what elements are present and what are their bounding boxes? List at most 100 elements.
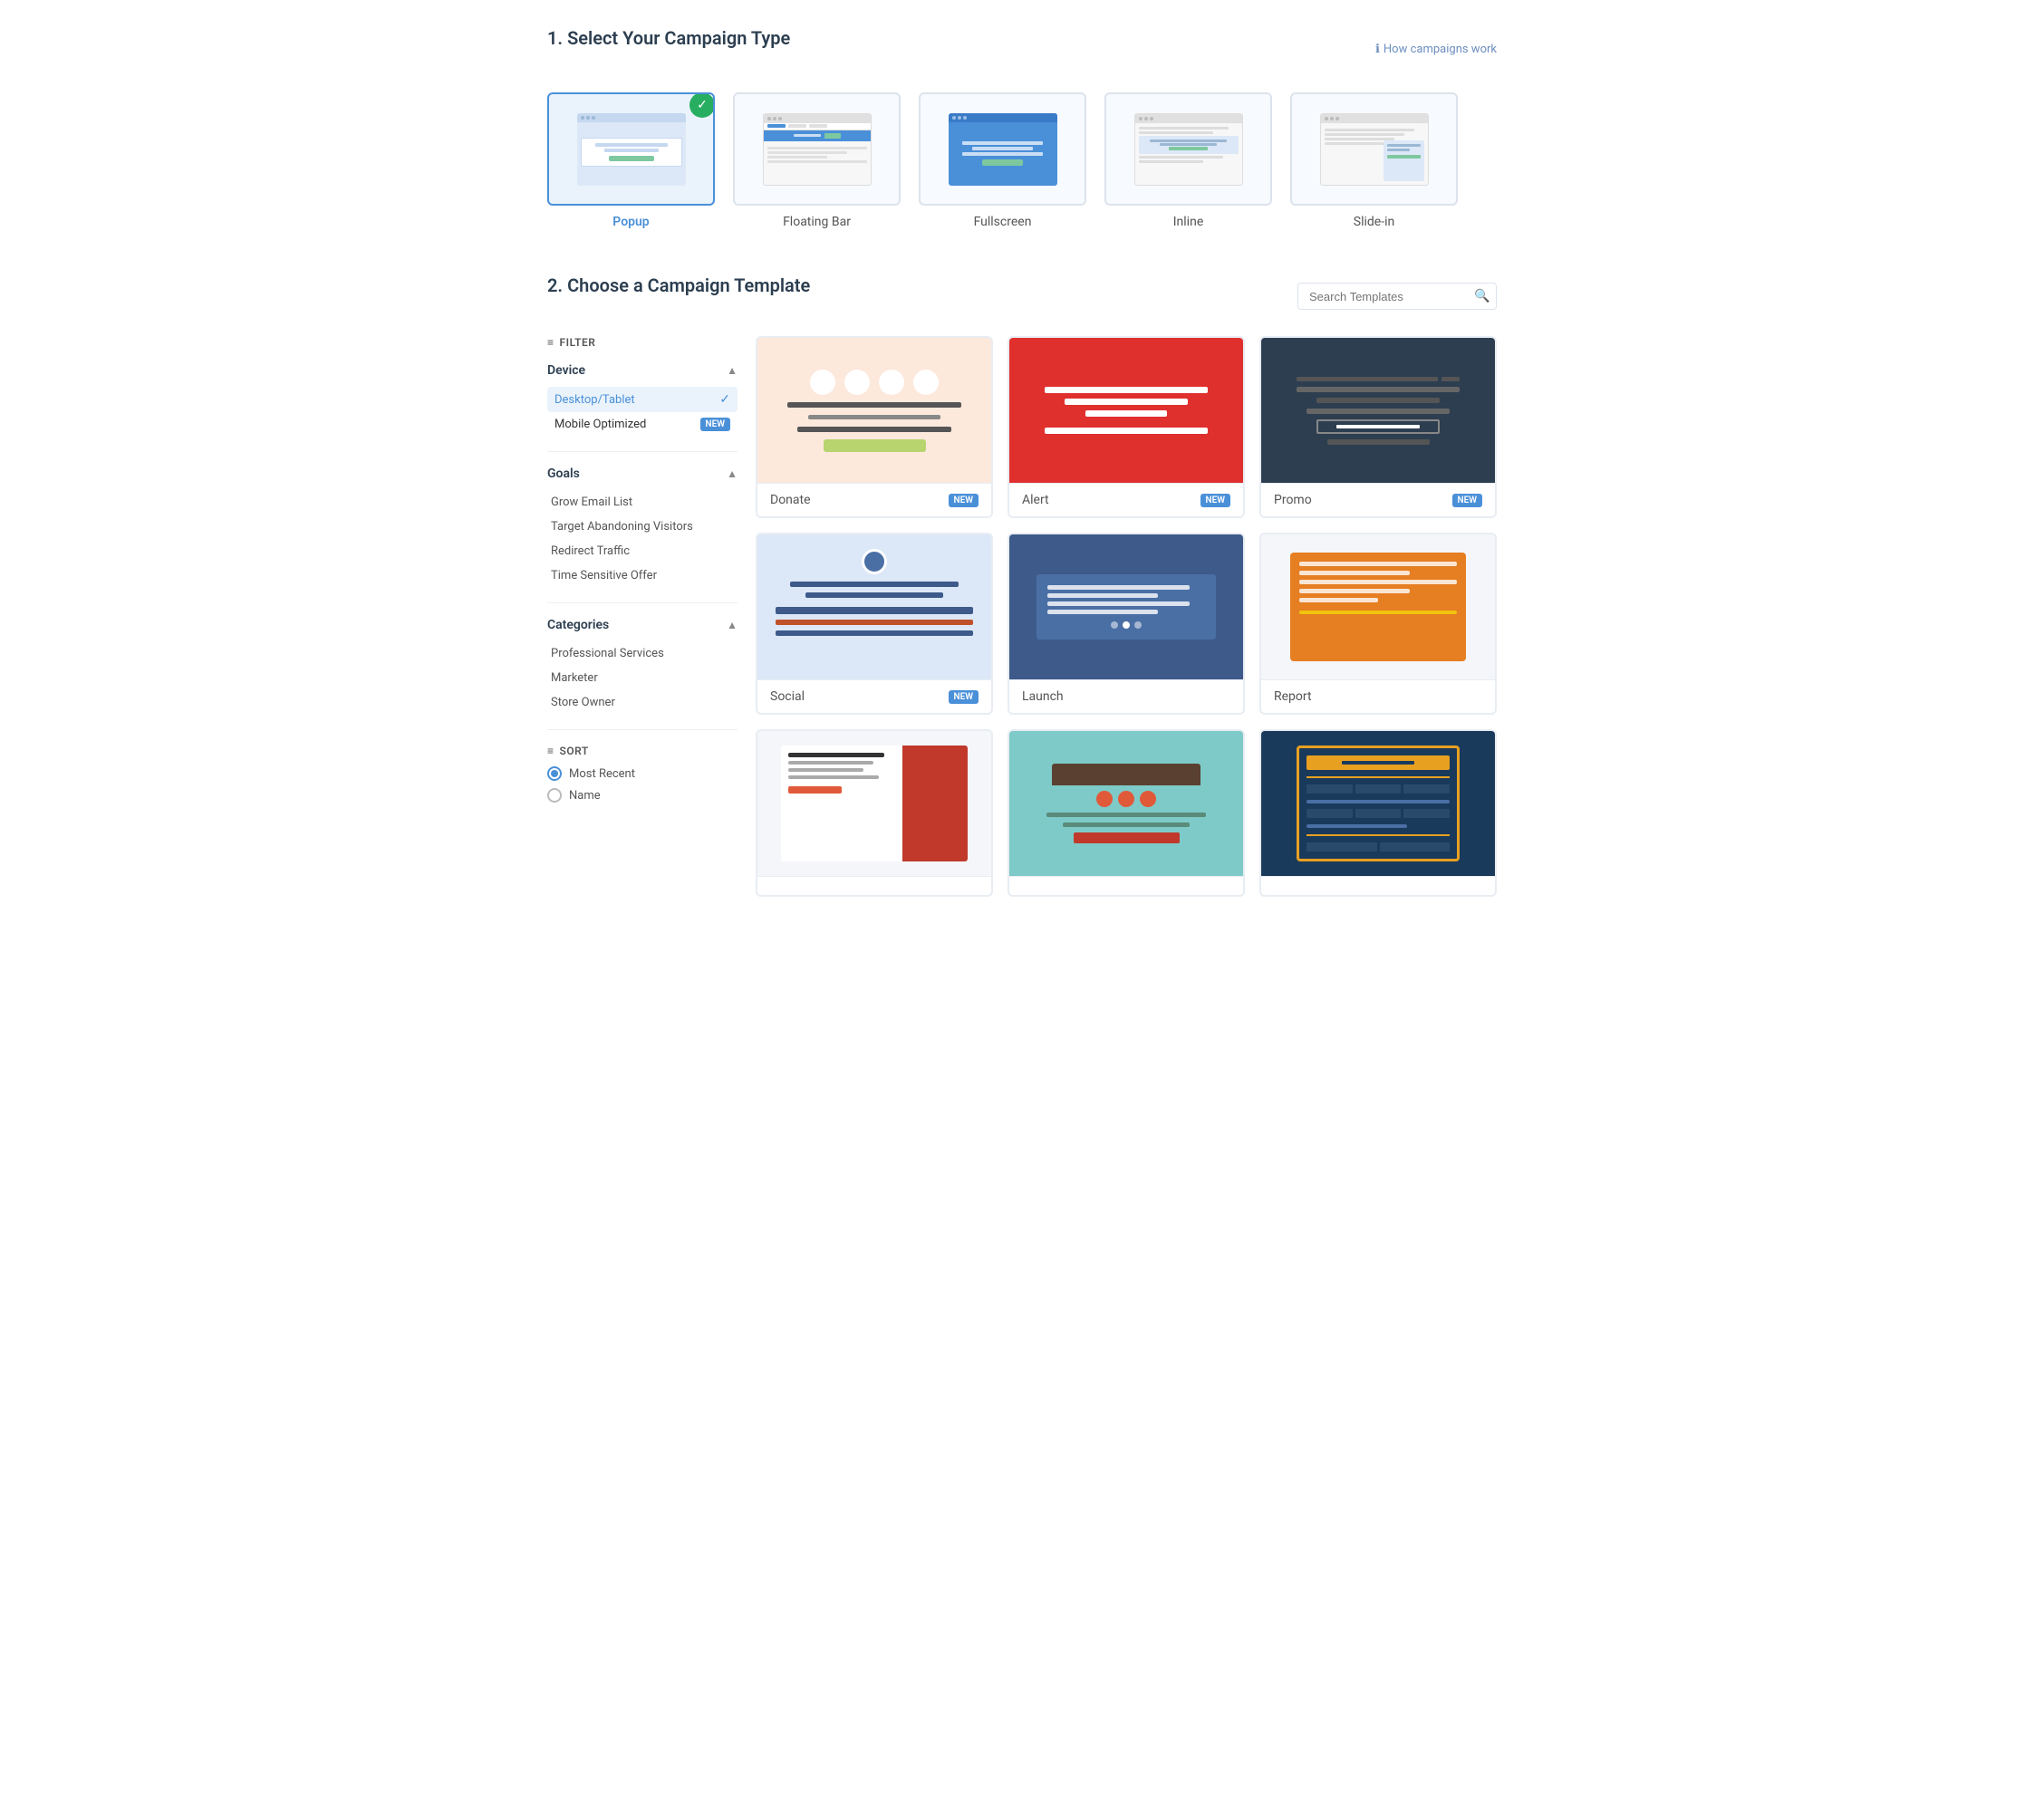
time-sensitive-label: Time Sensitive Offer: [551, 569, 657, 582]
sort-icon: ≡: [547, 745, 554, 757]
desktop-tablet-check-icon: ✓: [719, 392, 730, 407]
report-footer: Report: [1261, 679, 1495, 713]
professional-services-label: Professional Services: [551, 647, 664, 660]
launch-thumbnail: [1009, 534, 1243, 679]
sort-section: ≡ SORT Most Recent Name: [547, 745, 738, 803]
template-social[interactable]: Social NEW: [756, 533, 993, 715]
template-row3c[interactable]: [1259, 729, 1497, 897]
floating-bar-label: Floating Bar: [783, 215, 851, 229]
goals-chevron-icon: ▲: [727, 467, 738, 480]
how-campaigns-link[interactable]: ℹ How campaigns work: [1375, 43, 1497, 56]
report-name: Report: [1274, 689, 1312, 704]
sort-most-recent-label: Most Recent: [569, 767, 635, 781]
promo-thumbnail: [1261, 338, 1495, 483]
fullscreen-card[interactable]: [919, 92, 1086, 206]
sort-header: ≡ SORT: [547, 745, 738, 757]
social-name: Social: [770, 689, 805, 704]
categories-section-header[interactable]: Categories ▲: [547, 618, 738, 632]
category-marketer[interactable]: Marketer: [547, 666, 738, 690]
floating-bar-card[interactable]: [733, 92, 901, 206]
section2-title: 2. Choose a Campaign Template: [547, 274, 810, 296]
search-box[interactable]: 🔍: [1297, 283, 1497, 310]
selected-checkmark: ✓: [689, 92, 715, 118]
donate-thumbnail: [757, 338, 991, 483]
template-promo[interactable]: Promo NEW: [1259, 336, 1497, 518]
device-section-header[interactable]: Device ▲: [547, 363, 738, 378]
goal-target-abandoning[interactable]: Target Abandoning Visitors: [547, 515, 738, 539]
store-owner-label: Store Owner: [551, 696, 615, 709]
campaign-type-inline[interactable]: Inline: [1104, 92, 1272, 229]
campaign-type-slide-in[interactable]: Slide-in: [1290, 92, 1458, 229]
goal-redirect-traffic[interactable]: Redirect Traffic: [547, 539, 738, 563]
row3a-footer: [757, 876, 991, 895]
device-mobile-optimized[interactable]: Mobile Optimized NEW: [547, 412, 738, 437]
template-donate[interactable]: Donate NEW: [756, 336, 993, 518]
sort-name[interactable]: Name: [547, 788, 738, 803]
goals-section-title: Goals: [547, 467, 580, 481]
sort-most-recent[interactable]: Most Recent: [547, 766, 738, 781]
alert-thumbnail: [1009, 338, 1243, 483]
campaign-type-fullscreen[interactable]: Fullscreen: [919, 92, 1086, 229]
template-row3b[interactable]: [1008, 729, 1245, 897]
device-desktop-tablet[interactable]: Desktop/Tablet ✓: [547, 387, 738, 412]
categories-chevron-icon: ▲: [727, 619, 738, 631]
search-input[interactable]: [1309, 290, 1469, 303]
donate-footer: Donate NEW: [757, 483, 991, 516]
slide-in-illustration: [1320, 113, 1429, 186]
device-section: Device ▲ Desktop/Tablet ✓ Mobile Optimiz…: [547, 363, 738, 452]
sort-name-label: Name: [569, 789, 601, 803]
promo-badge: NEW: [1452, 494, 1483, 507]
fullscreen-label: Fullscreen: [974, 215, 1032, 229]
filter-icon: ≡: [547, 336, 554, 349]
grow-email-list-label: Grow Email List: [551, 495, 632, 509]
fullscreen-illustration: [949, 113, 1057, 186]
filter-header: ≡ FILTER: [547, 336, 738, 349]
row3b-footer: [1009, 876, 1243, 895]
categories-section: Categories ▲ Professional Services Marke…: [547, 618, 738, 730]
goals-section: Goals ▲ Grow Email List Target Abandonin…: [547, 467, 738, 603]
promo-footer: Promo NEW: [1261, 483, 1495, 516]
alert-badge: NEW: [1200, 494, 1231, 507]
mobile-new-badge: NEW: [700, 418, 731, 431]
donate-name: Donate: [770, 493, 811, 507]
category-professional-services[interactable]: Professional Services: [547, 641, 738, 666]
search-icon: 🔍: [1474, 289, 1490, 303]
launch-footer: Launch: [1009, 679, 1243, 713]
template-grid: Donate NEW Alert: [756, 336, 1497, 897]
sort-label: SORT: [560, 745, 589, 757]
row3c-thumbnail: [1261, 731, 1495, 876]
sort-most-recent-radio[interactable]: [547, 766, 562, 781]
popup-illustration: [577, 113, 686, 186]
floating-bar-illustration: [763, 113, 872, 186]
campaign-type-floating-bar[interactable]: Floating Bar: [733, 92, 901, 229]
goals-section-header[interactable]: Goals ▲: [547, 467, 738, 481]
alert-footer: Alert NEW: [1009, 483, 1243, 516]
template-alert[interactable]: Alert NEW: [1008, 336, 1245, 518]
sidebar: ≡ FILTER Device ▲ Desktop/Tablet ✓ Mobil…: [547, 336, 756, 897]
device-chevron-icon: ▲: [727, 364, 738, 377]
template-launch[interactable]: Launch: [1008, 533, 1245, 715]
target-abandoning-label: Target Abandoning Visitors: [551, 520, 693, 534]
goal-grow-email-list[interactable]: Grow Email List: [547, 490, 738, 515]
marketer-label: Marketer: [551, 671, 598, 685]
info-icon: ℹ: [1375, 43, 1380, 56]
redirect-traffic-label: Redirect Traffic: [551, 544, 630, 558]
categories-section-title: Categories: [547, 618, 609, 632]
row3b-thumbnail: [1009, 731, 1243, 876]
category-store-owner[interactable]: Store Owner: [547, 690, 738, 715]
how-campaigns-label: How campaigns work: [1384, 43, 1497, 56]
section2: 2. Choose a Campaign Template 🔍 ≡ FILTER…: [547, 274, 1497, 897]
popup-card[interactable]: ✓: [547, 92, 715, 206]
inline-label: Inline: [1173, 215, 1204, 229]
popup-label: Popup: [612, 215, 649, 229]
sort-name-radio[interactable]: [547, 788, 562, 803]
report-thumbnail: [1261, 534, 1495, 679]
social-footer: Social NEW: [757, 679, 991, 713]
slide-in-card[interactable]: [1290, 92, 1458, 206]
template-row3a[interactable]: [756, 729, 993, 897]
goal-time-sensitive[interactable]: Time Sensitive Offer: [547, 563, 738, 588]
promo-name: Promo: [1274, 493, 1312, 507]
template-report[interactable]: Report: [1259, 533, 1497, 715]
campaign-type-popup[interactable]: ✓ Popup: [547, 92, 715, 229]
inline-card[interactable]: [1104, 92, 1272, 206]
